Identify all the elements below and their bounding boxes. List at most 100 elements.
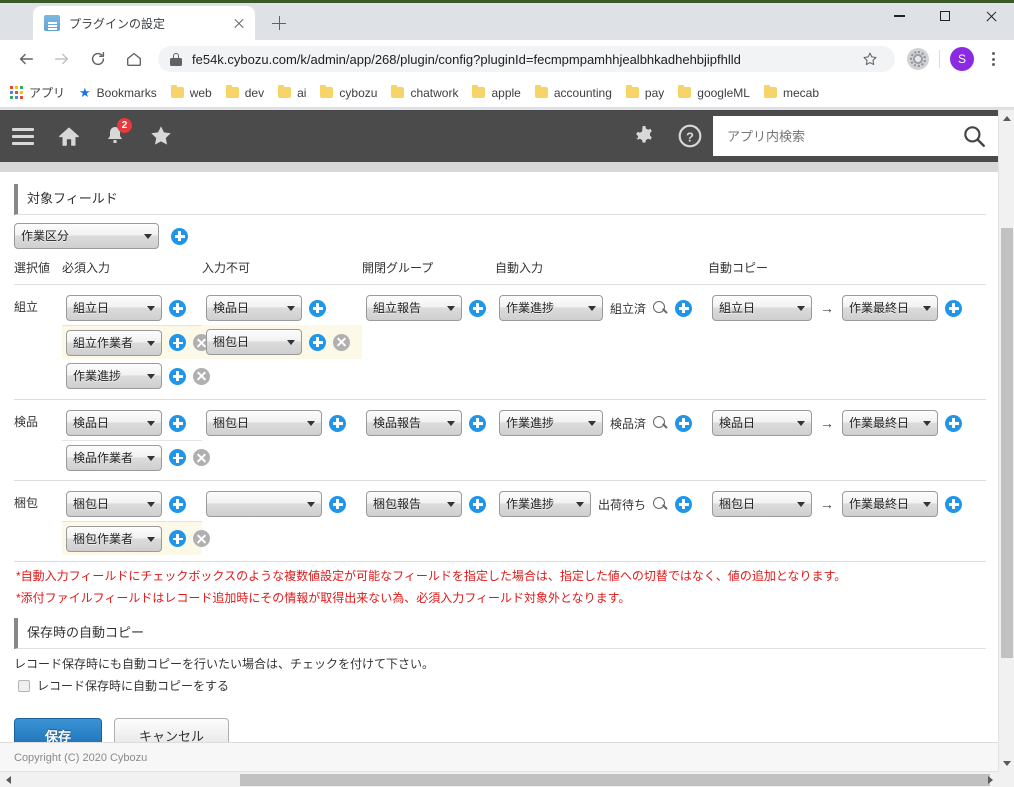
autocopy-to-select[interactable]: 作業最終日 <box>842 410 938 436</box>
autoinput-picker-icon[interactable] <box>653 416 668 431</box>
add-disabled-button[interactable] <box>329 415 346 432</box>
bookmark-item-apple[interactable]: apple <box>472 86 520 100</box>
add-disabled-button[interactable] <box>329 496 346 513</box>
vertical-scroll-thumb[interactable] <box>1001 228 1013 658</box>
add-target-field-button[interactable] <box>171 228 188 245</box>
bookmark-item-ai[interactable]: ai <box>278 86 306 100</box>
bookmark-item-dev[interactable]: dev <box>226 86 264 100</box>
bookmark-item-web[interactable]: web <box>171 86 212 100</box>
browser-tab[interactable]: プラグインの設定 <box>33 6 255 40</box>
group-select[interactable]: 検品報告 <box>366 410 462 436</box>
add-required-button[interactable] <box>169 334 186 351</box>
required-select[interactable]: 組立日 <box>66 295 162 321</box>
forward-icon[interactable] <box>47 44 77 74</box>
required-select[interactable]: 梱包日 <box>66 491 162 517</box>
disabled-select[interactable]: 梱包日 <box>206 329 302 355</box>
remove-disabled-button[interactable] <box>333 334 350 351</box>
autocopy-checkbox[interactable] <box>18 680 30 692</box>
horizontal-scrollbar[interactable] <box>0 771 998 787</box>
scroll-right-button[interactable] <box>982 772 998 787</box>
required-select[interactable]: 梱包作業者 <box>66 526 162 552</box>
add-autocopy-button[interactable] <box>945 496 962 513</box>
bookmark-item-apps[interactable]: アプリ <box>10 84 65 101</box>
extension-icon[interactable] <box>907 48 929 70</box>
add-autoinput-button[interactable] <box>675 496 692 513</box>
add-required-button[interactable] <box>169 496 186 513</box>
target-field-select-wrap[interactable]: 作業区分 <box>14 223 159 249</box>
add-autoinput-button[interactable] <box>675 300 692 317</box>
add-disabled-button[interactable] <box>309 300 326 317</box>
scroll-down-button[interactable] <box>999 755 1014 771</box>
home-icon[interactable] <box>119 44 149 74</box>
autoinput-field-select[interactable]: 作業進捗 <box>499 410 603 436</box>
remove-required-button[interactable] <box>193 449 210 466</box>
vertical-scrollbar[interactable] <box>998 110 1014 787</box>
autocopy-to-select[interactable]: 作業最終日 <box>842 295 938 321</box>
maximize-button[interactable] <box>922 0 968 32</box>
required-select[interactable]: 組立作業者 <box>66 330 162 356</box>
add-required-button[interactable] <box>169 415 186 432</box>
bookmark-item-accounting[interactable]: accounting <box>535 86 612 100</box>
autocopy-to-select[interactable]: 作業最終日 <box>842 491 938 517</box>
add-autoinput-button[interactable] <box>675 415 692 432</box>
add-required-button[interactable] <box>169 368 186 385</box>
close-tab-icon[interactable] <box>231 15 247 31</box>
autoinput-field-select[interactable]: 作業進捗 <box>499 295 603 321</box>
autocopy-from-select[interactable]: 梱包日 <box>712 491 812 517</box>
add-autocopy-button[interactable] <box>945 300 962 317</box>
add-required-button[interactable] <box>169 300 186 317</box>
bookmark-item-pay[interactable]: pay <box>626 86 664 100</box>
disabled-select[interactable] <box>206 491 322 517</box>
target-field-select[interactable]: 作業区分 <box>14 223 159 249</box>
scroll-left-button[interactable] <box>0 772 16 787</box>
notifications-bell-icon[interactable]: 2 <box>92 110 138 162</box>
reload-icon[interactable] <box>83 44 113 74</box>
search-input[interactable] <box>725 128 936 145</box>
horizontal-scroll-thumb[interactable] <box>240 774 990 786</box>
add-group-button[interactable] <box>469 496 486 513</box>
add-required-button[interactable] <box>169 449 186 466</box>
disabled-cell: 検品日 梱包日 <box>202 291 362 393</box>
autocopy-from-select[interactable]: 検品日 <box>712 410 812 436</box>
remove-required-button[interactable] <box>193 368 210 385</box>
autoinput-field-select[interactable]: 作業進捗 <box>499 491 591 517</box>
back-icon[interactable] <box>11 44 41 74</box>
close-window-button[interactable] <box>968 0 1014 32</box>
gear-icon[interactable] <box>621 110 667 162</box>
avatar[interactable]: S <box>950 47 974 71</box>
autoinput-picker-icon[interactable] <box>653 497 668 512</box>
disabled-select[interactable]: 梱包日 <box>206 410 322 436</box>
required-select[interactable]: 作業進捗 <box>66 363 162 389</box>
add-autocopy-button[interactable] <box>945 415 962 432</box>
bookmark-item-mecab[interactable]: mecab <box>764 86 819 100</box>
favorites-star-icon[interactable] <box>138 110 184 162</box>
autocopy-from-select[interactable]: 組立日 <box>712 295 812 321</box>
group-select[interactable]: 組立報告 <box>366 295 462 321</box>
add-disabled-button[interactable] <box>309 334 326 351</box>
help-icon[interactable]: ? <box>667 110 713 162</box>
bookmark-item-googleml[interactable]: googleML <box>678 86 750 100</box>
new-tab-button[interactable] <box>265 9 293 37</box>
home-portal-icon[interactable] <box>46 110 92 162</box>
address-bar[interactable]: fe54k.cybozu.com/k/admin/app/268/plugin/… <box>158 46 895 72</box>
app-search-box[interactable] <box>713 116 948 156</box>
disabled-select[interactable]: 検品日 <box>206 295 302 321</box>
chrome-menu-icon[interactable] <box>980 46 1006 72</box>
group-select[interactable]: 梱包報告 <box>366 491 462 517</box>
bookmark-star-icon[interactable] <box>857 46 883 72</box>
autoinput-picker-icon[interactable] <box>653 301 668 316</box>
menu-hamburger-icon[interactable] <box>0 110 46 162</box>
required-select[interactable]: 検品作業者 <box>66 445 162 471</box>
add-group-button[interactable] <box>469 300 486 317</box>
autocopy-checkbox-row[interactable]: レコード保存時に自動コピーをする <box>14 674 986 694</box>
scroll-up-button[interactable] <box>999 110 1014 126</box>
required-select[interactable]: 検品日 <box>66 410 162 436</box>
add-group-button[interactable] <box>469 415 486 432</box>
minimize-button[interactable] <box>876 0 922 32</box>
search-submit-button[interactable] <box>948 116 1000 156</box>
bookmark-item-chatwork[interactable]: chatwork <box>391 86 458 100</box>
remove-required-button[interactable] <box>193 530 210 547</box>
add-required-button[interactable] <box>169 530 186 547</box>
bookmark-item-bookmarks[interactable]: ★ Bookmarks <box>79 86 157 100</box>
bookmark-item-cybozu[interactable]: cybozu <box>320 86 377 100</box>
